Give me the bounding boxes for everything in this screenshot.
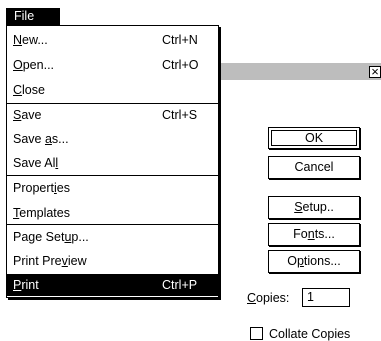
menu-item-mnemonic: C: [13, 83, 23, 97]
menu-item-label-post: lose: [22, 83, 45, 97]
menu-item-save-all[interactable]: Save All: [7, 152, 218, 174]
menu-item-label-post: es: [56, 181, 70, 195]
menu-separator: [7, 224, 218, 225]
cancel-button-label: Cancel: [294, 160, 334, 174]
ok-button-focus-ring: [271, 130, 357, 146]
options-label-mnemonic: p: [296, 254, 304, 268]
menu-item-shortcut: Ctrl+N: [162, 33, 198, 47]
menu-item-mnemonic: l: [55, 156, 59, 170]
ok-button[interactable]: OK: [268, 127, 360, 149]
menu-item-label-post: ew...: [22, 33, 48, 47]
menu-item-save-as[interactable]: Save as...: [7, 128, 218, 150]
menu-item-mnemonic: O: [13, 58, 23, 72]
menu-item-templates[interactable]: Templates: [7, 202, 218, 224]
copies-label-mnemonic: C: [247, 291, 257, 305]
menu-item-label-pre: Print Pre: [13, 254, 62, 268]
menu-item-label-post: rint: [21, 278, 39, 292]
menu-item-label-post: s...: [51, 132, 69, 146]
menu-item-label-post: ave: [21, 108, 42, 122]
fonts-label-post: ts...: [314, 227, 335, 241]
fonts-label-mnemonic: n: [307, 227, 315, 241]
menu-item-label-post: pen...: [22, 58, 55, 72]
menu-item-label-post: iew: [67, 254, 87, 268]
menu-item-close[interactable]: Close: [7, 79, 218, 101]
menu-item-label-pre: Save: [13, 132, 45, 146]
menu-item-print-preview[interactable]: Print Preview: [7, 250, 218, 272]
menu-item-new[interactable]: New... Ctrl+N: [7, 29, 218, 51]
collate-copies-checkbox[interactable]: [250, 327, 263, 340]
menu-item-shortcut: Ctrl+P: [162, 278, 198, 292]
menu-item-page-setup[interactable]: Page Setup...: [7, 226, 218, 248]
menu-item-label-post: p...: [71, 230, 89, 244]
menu-item-properties[interactable]: Properties: [7, 177, 218, 199]
menu-item-label-pre: Save Al: [13, 156, 56, 170]
copies-label-post: opies:: [256, 291, 290, 305]
menu-item-label-pre: Propert: [13, 181, 54, 195]
copies-input[interactable]: 1: [302, 288, 350, 307]
options-label-post: tions...: [303, 254, 341, 268]
menu-separator: [7, 175, 218, 176]
file-menu-title[interactable]: File: [6, 8, 60, 25]
menu-item-save[interactable]: Save Ctrl+S: [7, 104, 218, 126]
menu-item-label-pre: Page Set: [13, 230, 65, 244]
menu-item-open[interactable]: Open... Ctrl+O: [7, 54, 218, 76]
menu-item-label-post: emplates: [19, 206, 70, 220]
fonts-button[interactable]: Fonts...: [268, 223, 360, 246]
collate-copies-label: Collate Copies: [269, 327, 351, 341]
setup-label-mnemonic: S: [294, 200, 303, 214]
cancel-button[interactable]: Cancel: [268, 156, 360, 179]
setup-label-post: etup..: [302, 200, 334, 214]
options-button[interactable]: Options...: [268, 250, 360, 273]
menu-item-mnemonic: N: [13, 33, 23, 47]
fonts-label-pre: Fo: [293, 227, 308, 241]
file-menu-dropdown: New... Ctrl+N Open... Ctrl+O Close Save …: [6, 25, 219, 298]
menu-item-print[interactable]: Print Ctrl+P: [7, 274, 218, 296]
menu-item-shortcut: Ctrl+S: [162, 108, 198, 122]
options-label-pre: O: [287, 254, 297, 268]
copies-label: Copies:: [247, 291, 289, 305]
menu-item-shortcut: Ctrl+O: [162, 58, 199, 72]
setup-button[interactable]: Setup..: [268, 196, 360, 219]
menu-item-mnemonic: a: [44, 132, 52, 146]
close-icon[interactable]: ×: [369, 65, 381, 78]
